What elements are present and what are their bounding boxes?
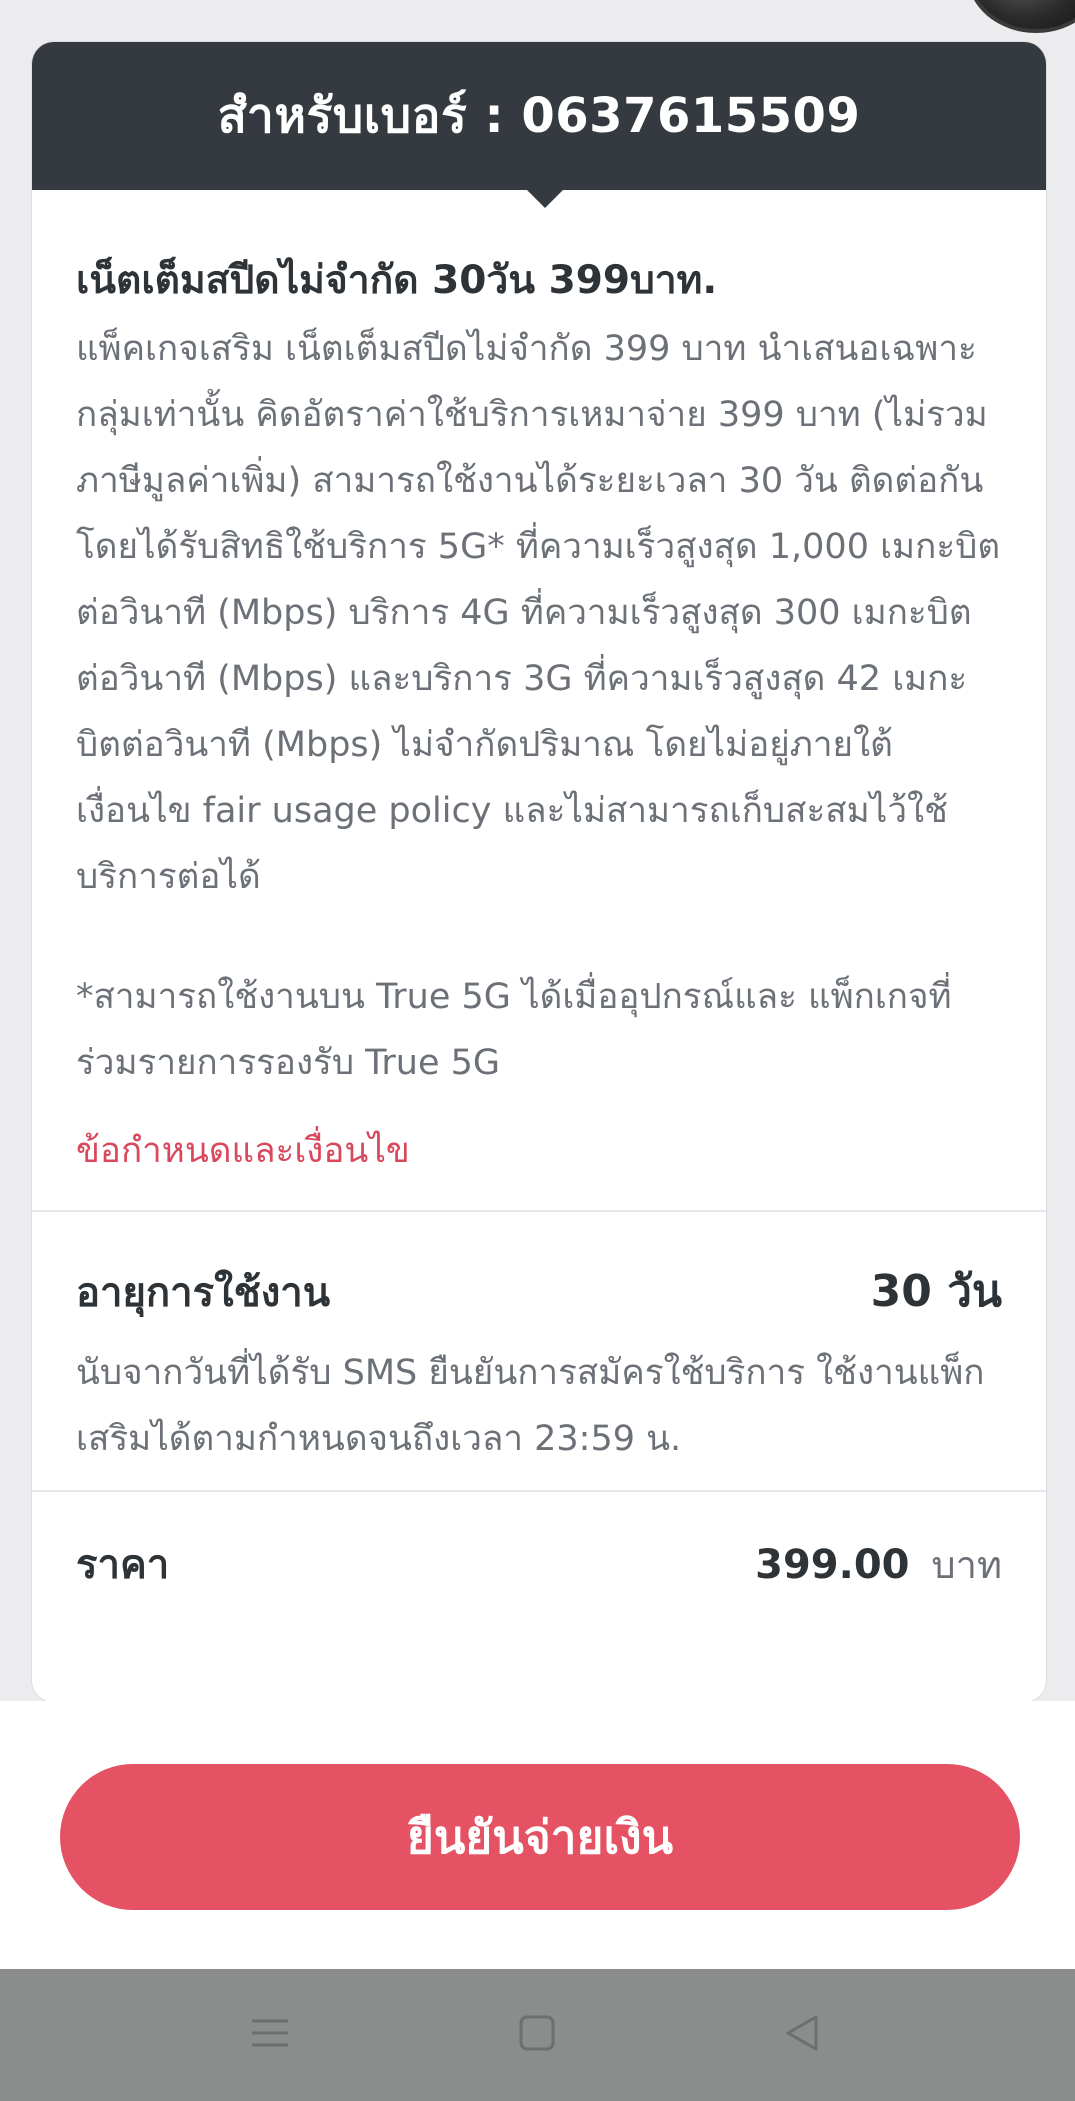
price-unit: บาท xyxy=(931,1543,1002,1587)
price-label: ราคา xyxy=(76,1542,170,1588)
avatar[interactable] xyxy=(967,0,1075,33)
system-nav-bar xyxy=(0,1969,1075,2101)
header-pointer xyxy=(525,188,565,208)
bottom-action-bar: ยืนยันจ่ายเงิน xyxy=(0,1701,1075,1969)
duration-value: 30 วัน xyxy=(870,1266,1002,1317)
card-header: สำหรับเบอร์ : 0637615509 xyxy=(32,42,1046,208)
duration-description: นับจากวันที่ได้รับ SMS ยืนยันการสมัครใช้… xyxy=(76,1353,985,1459)
duration-section: อายุการใช้งาน 30 วัน นับจากวันที่ได้รับ … xyxy=(32,1212,1046,1492)
package-title: เน็ตเต็มสปีดไม่จำกัด 30วัน 399บาท. xyxy=(76,258,718,303)
price-section: ราคา 399.00 บาท xyxy=(32,1492,1046,1596)
price-row: ราคา 399.00 บาท xyxy=(76,1532,1002,1596)
duration-row: อายุการใช้งาน 30 วัน xyxy=(76,1256,1002,1326)
package-description: แพ็คเกจเสริม เน็ตเต็มสปีดไม่จำกัด 399 บา… xyxy=(76,329,1001,897)
duration-label: อายุการใช้งาน xyxy=(76,1270,331,1316)
home-icon[interactable] xyxy=(507,2003,567,2063)
price-amount: 399.00 บาท xyxy=(755,1534,1002,1595)
menu-icon[interactable] xyxy=(240,2003,300,2063)
package-card: สำหรับเบอร์ : 0637615509 เน็ตเต็มสปีดไม่… xyxy=(32,42,1046,1702)
package-details: เน็ตเต็มสปีดไม่จำกัด 30วัน 399บาท. แพ็คเ… xyxy=(32,190,1046,1212)
phone-number-title: สำหรับเบอร์ : 0637615509 xyxy=(217,88,861,144)
confirm-payment-button[interactable]: ยืนยันจ่ายเงิน xyxy=(60,1764,1020,1910)
back-icon[interactable] xyxy=(772,2003,832,2063)
terms-link[interactable]: ข้อกำหนดและเงื่อนไข xyxy=(76,1126,410,1176)
price-value: 399.00 xyxy=(755,1542,910,1588)
package-note: *สามารถใช้งานบน True 5G ได้เมื่ออุปกรณ์แ… xyxy=(76,977,952,1083)
